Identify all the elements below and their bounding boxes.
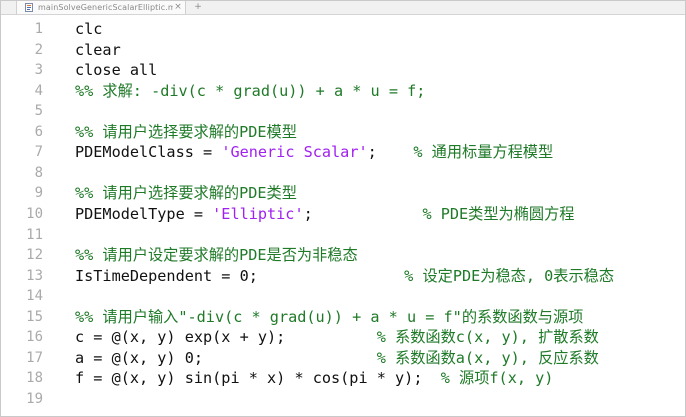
line-number: 6 [34,123,43,140]
line-number: 4 [34,82,43,99]
code-line[interactable]: 5 [0,101,686,121]
code-token: close all [75,61,158,80]
code-line[interactable]: 16 c = @(x, y) exp(x + y); % 系数函数c(x, y),… [0,327,686,347]
code-text: c = @(x, y) exp(x + y); % 系数函数c(x, y), 扩… [75,327,599,347]
line-number: 7 [34,144,43,161]
code-token: PDEModelType = [75,204,213,223]
code-line[interactable]: 14 [0,286,686,306]
code-line[interactable]: 10 PDEModelType = 'Elliptic'; % PDE类型为椭圆方… [0,204,686,224]
comment-token: % 通用标量方程模型 [413,143,554,162]
code-line[interactable]: 12 %% 请用户设定要求解的PDE是否为非稳态 [0,245,686,265]
line-number: 10 [26,205,43,222]
line-number: 3 [34,62,43,79]
comment-token: % 系数函数a(x, y), 反应系数 [376,348,599,367]
code-text: PDEModelType = 'Elliptic'; % PDE类型为椭圆方程 [75,204,575,224]
line-number: 2 [34,41,43,58]
code-line[interactable]: 2 clear [0,40,686,60]
code-text: PDEModelClass = 'Generic Scalar'; % 通用标量… [75,142,553,162]
comment-token: %% 请用户选择要求解的PDE模型 [75,122,297,141]
string-token: 'Elliptic' [212,204,304,223]
code-token: PDEModelClass = [75,143,222,162]
code-line[interactable]: 18 f = @(x, y) sin(pi * x) * cos(pi * y);… [0,368,686,388]
comment-token: % 源项f(x, y) [440,369,554,388]
line-number: 13 [26,267,43,284]
code-line[interactable]: 8 [0,163,686,183]
code-line[interactable]: 6 %% 请用户选择要求解的PDE模型 [0,122,686,142]
code-text: close all [75,60,157,80]
code-line[interactable]: 4 %% 求解: -div(c * grad(u)) + a * u = f; [0,81,686,101]
code-line[interactable]: 19 [0,389,686,409]
code-text: %% 求解: -div(c * grad(u)) + a * u = f; [75,81,425,101]
comment-token: % 系数函数c(x, y), 扩散系数 [376,328,599,347]
code-text: clear [75,40,121,60]
code-token: ; [303,204,423,223]
line-number: 1 [34,21,43,37]
line-number: 16 [26,329,43,346]
tab-close-icon[interactable]: × [173,2,183,12]
code-token: clc [75,20,103,38]
line-number: 18 [26,370,43,387]
matlab-file-icon [25,2,33,12]
code-line[interactable]: 9 %% 请用户选择要求解的PDE类型 [0,183,686,203]
comment-token: %% 请用户设定要求解的PDE是否为非稳态 [75,246,358,265]
tab-main-solve-generic-scalar-elliptic[interactable]: mainSolveGenericScalarElliptic.m × [16,0,186,14]
new-tab-button[interactable]: + [192,0,204,14]
code-token: IsTimeDependent = 0; [75,266,405,285]
code-line[interactable]: 17 a = @(x, y) 0; % 系数函数a(x, y), 反应系数 [0,348,686,368]
editor-tab-strip: mainSolveGenericScalarElliptic.m × + [0,0,686,15]
code-text: %% 请用户设定要求解的PDE是否为非稳态 [75,245,358,265]
code-text: %% 请用户输入"-div(c * grad(u)) + a * u = f"的… [75,307,583,327]
comment-token: %% 请用户输入"-div(c * grad(u)) + a * u = f"的… [75,307,584,326]
line-number: 8 [34,164,43,181]
code-token: a = @(x, y) 0; [75,348,377,367]
code-text: %% 请用户选择要求解的PDE类型 [75,183,297,203]
code-line[interactable]: 15 %% 请用户输入"-div(c * grad(u)) + a * u = f… [0,307,686,327]
code-text: IsTimeDependent = 0; % 设定PDE为稳态, 0表示稳态 [75,266,614,286]
line-number: 12 [26,247,43,264]
comment-token: %% 请用户选择要求解的PDE类型 [75,184,297,203]
code-line[interactable]: 7 PDEModelClass = 'Generic Scalar'; % 通用标… [0,142,686,162]
code-line[interactable]: 3 close all [0,60,686,80]
tab-label: mainSolveGenericScalarElliptic.m [38,2,173,12]
code-text: a = @(x, y) 0; % 系数函数a(x, y), 反应系数 [75,348,599,368]
code-token: f = @(x, y) sin(pi * x) * cos(pi * y); [75,369,441,388]
comment-token: % PDE类型为椭圆方程 [422,204,575,223]
line-number: 5 [34,103,43,120]
code-text: clc [75,19,102,39]
code-token: c = @(x, y) exp(x + y); [75,328,377,347]
line-number: 11 [26,226,43,243]
code-token: ; [367,143,414,162]
code-line[interactable]: 13 IsTimeDependent = 0; % 设定PDE为稳态, 0表示稳态 [0,266,686,286]
line-number: 17 [26,349,43,366]
line-number: 9 [34,185,43,202]
string-token: 'Generic Scalar' [221,143,368,162]
line-number: 19 [26,390,43,407]
comment-token: % 设定PDE为稳态, 0表示稳态 [404,266,615,285]
line-number: 15 [26,308,43,325]
code-line[interactable]: 1 clc [0,19,686,39]
code-text: %% 请用户选择要求解的PDE模型 [75,122,297,142]
code-line[interactable]: 11 [0,225,686,245]
line-number: 14 [26,288,43,305]
code-editor[interactable]: 1 clc 2 clear 3 close all 4 %% 求解: -div(c * gra… [0,15,686,415]
code-token: clear [75,40,121,59]
code-text: f = @(x, y) sin(pi * x) * cos(pi * y); %… [75,368,553,388]
comment-token: %% 求解: -div(c * grad(u)) + a * u = f; [75,81,426,100]
